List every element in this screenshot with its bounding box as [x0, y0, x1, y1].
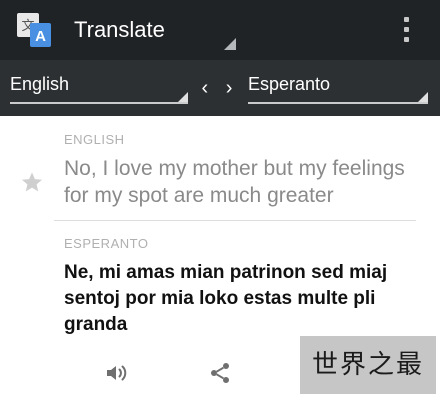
target-language-select[interactable]: Esperanto: [248, 71, 428, 104]
overflow-menu-icon[interactable]: [396, 14, 416, 46]
target-language-underline: [248, 102, 428, 104]
app-bar: 文 A Translate: [0, 0, 440, 60]
translation-text[interactable]: Ne, mi amas mian patrinon sed miaj sento…: [64, 260, 436, 338]
translate-app-icon[interactable]: 文 A: [16, 12, 52, 48]
source-text[interactable]: No, I love my mother but my feelings for…: [64, 155, 429, 209]
source-language-heading: ENGLISH: [64, 132, 125, 147]
target-language-label: Esperanto: [248, 74, 331, 94]
divider: [54, 220, 416, 221]
swap-languages-button[interactable]: ‹ ›: [200, 74, 240, 102]
speaker-icon[interactable]: [104, 361, 128, 385]
language-bar: English ‹ › Esperanto: [0, 60, 440, 116]
source-language-label: English: [10, 74, 70, 94]
source-language-dropdown-icon: [178, 92, 188, 102]
watermark-logo: 世界之最: [300, 336, 436, 394]
target-language-heading: ESPERANTO: [64, 236, 149, 251]
share-icon[interactable]: [208, 361, 232, 385]
svg-text:A: A: [35, 28, 46, 45]
source-language-select[interactable]: English: [10, 71, 188, 104]
title-dropdown-indicator[interactable]: [224, 38, 236, 50]
source-language-underline: [10, 102, 188, 104]
target-language-dropdown-icon: [418, 92, 428, 102]
star-icon[interactable]: [20, 170, 44, 194]
app-title[interactable]: Translate: [74, 16, 165, 44]
